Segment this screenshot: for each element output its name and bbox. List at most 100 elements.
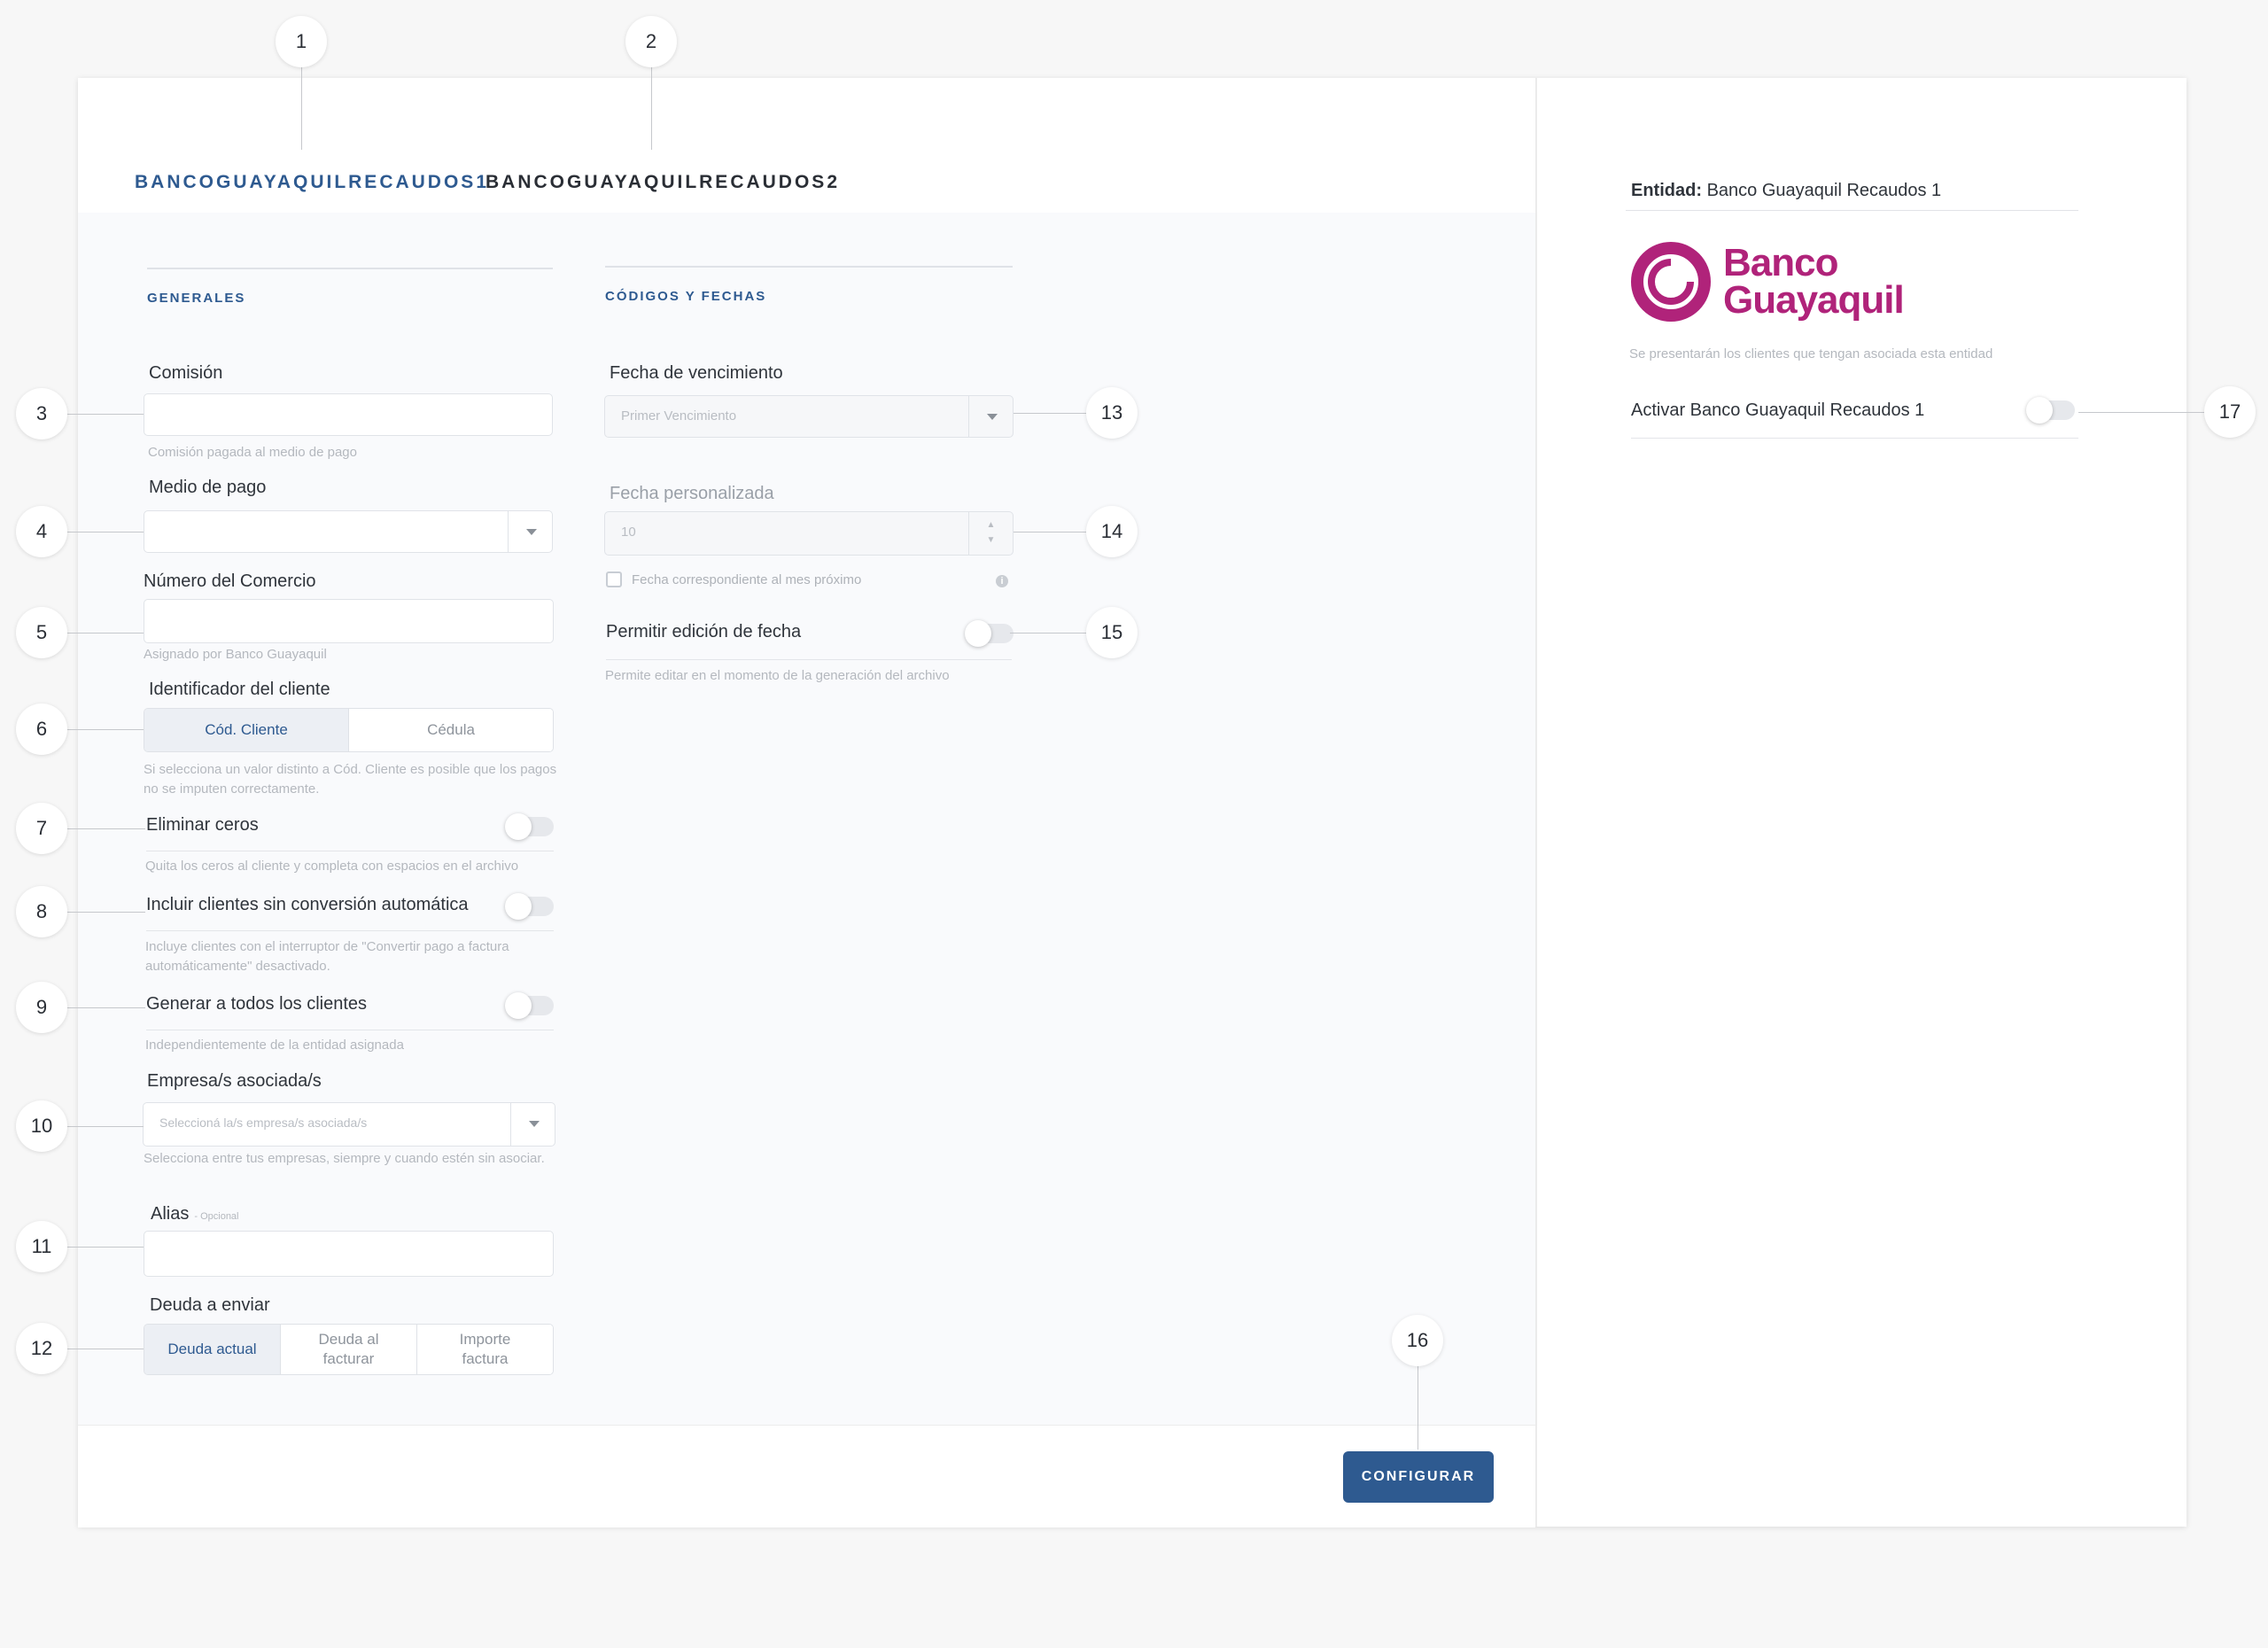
eliminar-ceros-row: Eliminar ceros [146, 813, 554, 851]
permitir-edicion-row: Permitir edición de fecha [606, 620, 1014, 660]
annotation-line [67, 1126, 144, 1127]
empresas-label: Empresa/s asociada/s [147, 1071, 322, 1091]
fecha-personalizada-label: Fecha personalizada [610, 484, 774, 503]
option-importe-factura[interactable]: Importe factura [416, 1325, 553, 1374]
configurar-button[interactable]: CONFIGURAR [1343, 1451, 1494, 1503]
identificador-label: Identificador del cliente [149, 680, 330, 699]
section-title-codigos: CÓDIGOS Y FECHAS [605, 266, 1013, 304]
annotation-line [67, 1007, 145, 1008]
generar-todos-hint: Independientemente de la entidad asignad… [145, 1038, 404, 1053]
annotation-marker-15: 15 [1086, 607, 1138, 658]
alias-label-text: Alias [151, 1204, 190, 1224]
annotation-marker-2: 2 [625, 16, 677, 67]
numero-comercio-label: Número del Comercio [144, 571, 316, 591]
annotation-line [651, 66, 652, 150]
annotation-line [301, 66, 302, 150]
info-icon: i [996, 575, 1008, 587]
comision-hint: Comisión pagada al medio de pago [148, 445, 357, 460]
generar-todos-toggle[interactable] [505, 992, 554, 1019]
annotation-line [67, 414, 144, 415]
tab-bancoguayaquilrecaudos1[interactable]: BANCOGUAYAQUILRECAUDOS1 [135, 151, 486, 215]
annotation-marker-11: 11 [16, 1221, 67, 1272]
activate-label: Activar Banco Guayaquil Recaudos 1 [1631, 400, 1925, 420]
permitir-edicion-hint: Permite editar en el momento de la gener… [605, 668, 950, 683]
toggle-knob [505, 813, 532, 840]
annotation-line [67, 1247, 144, 1248]
activate-toggle[interactable] [2026, 397, 2075, 424]
deuda-label: Deuda a enviar [150, 1295, 270, 1315]
mes-proximo-label: Fecha correspondiente al mes próximo [632, 572, 862, 587]
logo-line-2: Guayaquil [1723, 278, 1905, 322]
alias-optional: - Opcional [194, 1211, 239, 1222]
stepper-icon[interactable]: ▲ ▼ [968, 512, 1013, 555]
annotation-marker-5: 5 [16, 607, 67, 658]
annotation-line [67, 912, 145, 913]
chevron-down-icon [508, 511, 552, 552]
numero-comercio-input[interactable] [144, 599, 554, 643]
annotation-marker-3: 3 [16, 388, 67, 439]
panel-divider [1535, 78, 1537, 1527]
annotation-line [67, 828, 145, 829]
fecha-personalizada-input[interactable]: 10 ▲ ▼ [604, 511, 1014, 556]
medio-pago-select[interactable] [144, 510, 553, 553]
entity-label: Entidad: [1631, 181, 1702, 200]
eliminar-ceros-label: Eliminar ceros [146, 815, 259, 835]
annotation-line [1010, 633, 1087, 634]
fecha-vencimiento-select[interactable]: Primer Vencimiento [604, 395, 1014, 438]
section-title-generales: GENERALES [147, 268, 553, 306]
option-deuda-al-facturar[interactable]: Deuda al facturar [280, 1325, 416, 1374]
identificador-segmented: Cód. Cliente Cédula [144, 708, 554, 752]
empresas-hint: Selecciona entre tus empresas, siempre y… [144, 1151, 545, 1166]
annotation-line [1014, 413, 1087, 414]
permitir-edicion-label: Permitir edición de fecha [606, 622, 802, 641]
logo-line-1: Banco [1723, 241, 1838, 284]
entity-separator [1626, 210, 2078, 211]
eliminar-ceros-toggle[interactable] [505, 813, 554, 840]
annotation-line [67, 633, 144, 634]
banco-guayaquil-logo-icon [1631, 242, 1711, 322]
annotation-marker-6: 6 [16, 704, 67, 755]
identificador-hint: Si selecciona un valor distinto a Cód. C… [144, 762, 557, 797]
fecha-vencimiento-placeholder: Primer Vencimiento [621, 408, 737, 424]
permitir-edicion-toggle[interactable] [965, 620, 1014, 647]
annotation-marker-14: 14 [1086, 506, 1138, 557]
option-cedula[interactable]: Cédula [348, 709, 553, 751]
option-deuda-actual[interactable]: Deuda actual [144, 1325, 280, 1374]
annotation-line [2078, 412, 2204, 413]
annotation-marker-17: 17 [2204, 386, 2256, 438]
numero-comercio-hint: Asignado por Banco Guayaquil [144, 647, 327, 662]
incluir-clientes-row: Incluir clientes sin conversión automáti… [146, 893, 554, 931]
annotation-marker-12: 12 [16, 1323, 67, 1374]
annotation-marker-8: 8 [16, 886, 67, 937]
annotation-marker-10: 10 [16, 1100, 67, 1152]
empresas-placeholder: Seleccioná la/s empresa/s asociada/s [159, 1116, 368, 1130]
tab-bancoguayaquilrecaudos2[interactable]: BANCOGUAYAQUILRECAUDOS2 [485, 151, 837, 213]
chevron-down-icon [510, 1103, 555, 1146]
alias-input[interactable] [144, 1231, 554, 1277]
option-cod-cliente[interactable]: Cód. Cliente [144, 709, 348, 751]
incluir-clientes-label: Incluir clientes sin conversión automáti… [146, 895, 469, 914]
entity-line: Entidad: Banco Guayaquil Recaudos 1 [1631, 181, 1941, 201]
chevron-down-icon [968, 396, 1013, 437]
mes-proximo-checkbox[interactable] [606, 571, 622, 587]
toggle-knob [505, 992, 532, 1019]
incluir-clientes-toggle[interactable] [505, 893, 554, 920]
deuda-segmented: Deuda actual Deuda al facturar Importe f… [144, 1324, 554, 1375]
generar-todos-row: Generar a todos los clientes [146, 992, 554, 1030]
annotation-marker-9: 9 [16, 982, 67, 1033]
toggle-knob [965, 620, 991, 647]
generar-todos-label: Generar a todos los clientes [146, 994, 368, 1014]
comision-input[interactable] [144, 393, 553, 436]
comision-label: Comisión [149, 363, 223, 383]
footer-bar [78, 1425, 1535, 1528]
toggle-knob [2026, 397, 2053, 424]
empresas-select[interactable]: Seleccioná la/s empresa/s asociada/s [143, 1102, 555, 1147]
toggle-knob [505, 893, 532, 920]
annotation-marker-16: 16 [1392, 1315, 1443, 1366]
entity-description: Se presentarán los clientes que tengan a… [1629, 346, 1993, 361]
banco-guayaquil-logo: Banco Guayaquil [1723, 241, 1905, 322]
medio-pago-label: Medio de pago [149, 478, 267, 497]
annotation-marker-1: 1 [276, 16, 327, 67]
incluir-clientes-hint: Incluye clientes con el interruptor de "… [145, 939, 509, 974]
annotation-marker-4: 4 [16, 506, 67, 557]
